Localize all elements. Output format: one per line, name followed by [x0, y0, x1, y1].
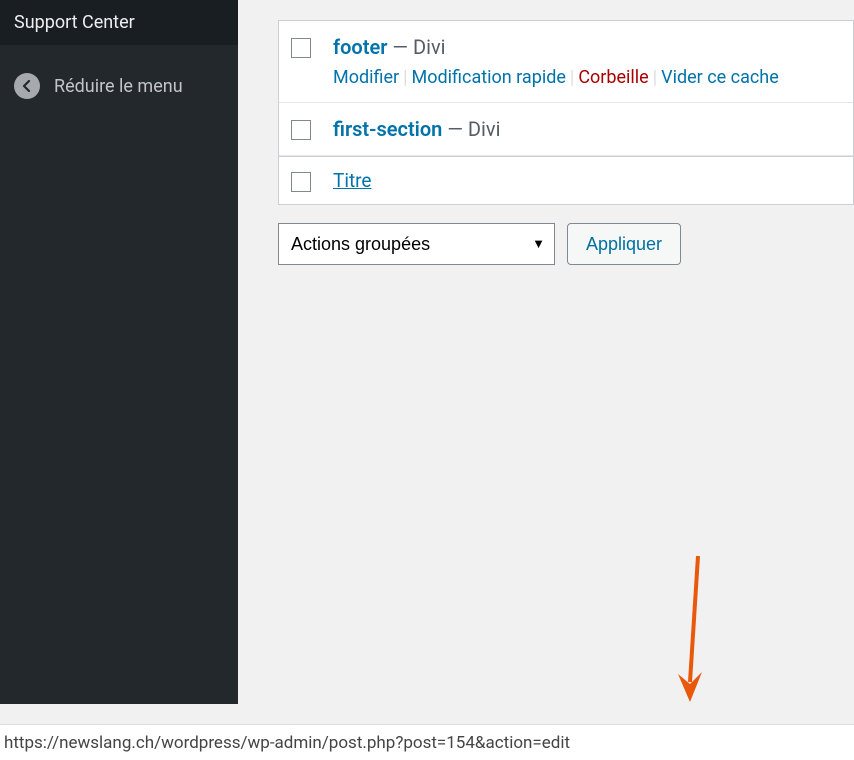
- edit-action[interactable]: Modifier: [333, 67, 399, 88]
- item-title-suffix: — Divi: [442, 117, 500, 141]
- table-footer-header: Titre: [279, 156, 853, 204]
- action-separator: |: [570, 67, 574, 88]
- item-title-suffix: — Divi: [387, 35, 445, 59]
- collapse-arrow-icon: [14, 73, 40, 99]
- clear-cache-action[interactable]: Vider ce cache: [661, 67, 779, 88]
- row-actions: Modifier|Modification rapide|Corbeille|V…: [333, 67, 841, 88]
- collapse-menu-button[interactable]: Réduire le menu: [0, 63, 238, 109]
- action-separator: |: [653, 67, 657, 88]
- sidebar-item-label: Support Center: [14, 12, 135, 33]
- apply-button[interactable]: Appliquer: [567, 223, 681, 265]
- annotation-arrow-icon: [674, 556, 714, 706]
- sidebar-item-label: Réduire le menu: [54, 76, 183, 97]
- sidebar-item-support-center[interactable]: Support Center: [0, 0, 238, 45]
- item-title-link[interactable]: first-section: [333, 117, 442, 141]
- bulk-actions-select[interactable]: Actions groupées: [278, 223, 555, 265]
- bulk-actions-bar: Actions groupées ▼ Appliquer: [278, 223, 854, 265]
- browser-status-bar: https://newslang.ch/wordpress/wp-admin/p…: [0, 724, 854, 760]
- table-row: first-section — Divi: [279, 103, 853, 156]
- action-separator: |: [403, 67, 407, 88]
- table-row: footer — Divi Modifier|Modification rapi…: [279, 21, 853, 103]
- quick-edit-action[interactable]: Modification rapide: [412, 67, 566, 88]
- row-body: footer — Divi Modifier|Modification rapi…: [333, 35, 841, 88]
- admin-sidebar: Support Center Réduire le menu: [0, 0, 238, 704]
- row-title: footer — Divi: [333, 35, 841, 59]
- items-table: footer — Divi Modifier|Modification rapi…: [278, 20, 854, 205]
- row-body: first-section — Divi: [333, 117, 841, 141]
- row-checkbox[interactable]: [291, 38, 311, 58]
- item-title-link[interactable]: footer: [333, 35, 387, 59]
- status-url-text: https://newslang.ch/wordpress/wp-admin/p…: [4, 733, 570, 753]
- column-title-sort[interactable]: Titre: [333, 169, 372, 192]
- row-checkbox[interactable]: [291, 120, 311, 140]
- row-title: first-section — Divi: [333, 117, 841, 141]
- main-content: footer — Divi Modifier|Modification rapi…: [238, 0, 854, 704]
- select-all-checkbox[interactable]: [291, 172, 311, 192]
- trash-action[interactable]: Corbeille: [578, 67, 648, 88]
